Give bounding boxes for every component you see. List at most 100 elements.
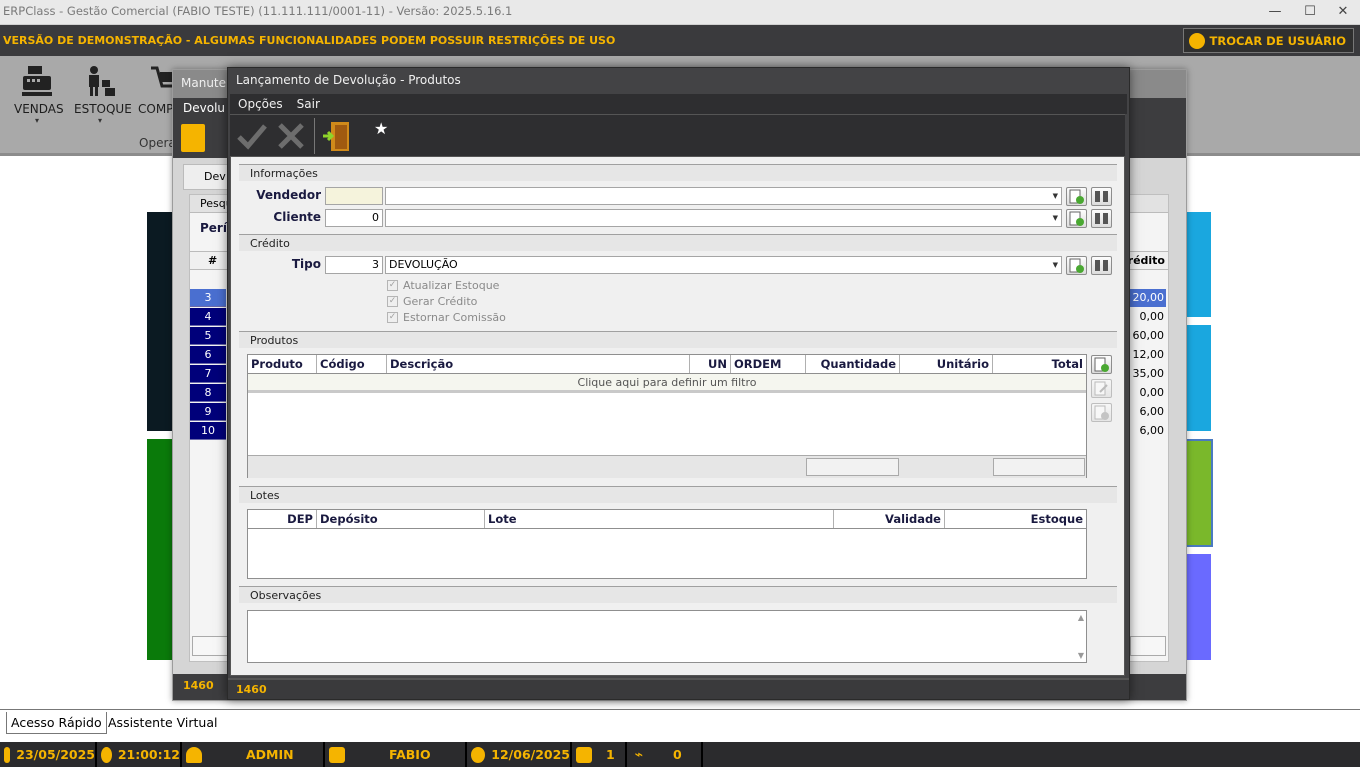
row-number[interactable]: 10	[190, 422, 226, 440]
col-codigo[interactable]: Código	[317, 355, 387, 373]
scroll-up-icon[interactable]: ▲	[1078, 613, 1084, 622]
bottom-tabs: Acesso Rápido Assistente Virtual	[0, 709, 1360, 734]
row-number[interactable]: 7	[190, 365, 226, 383]
row-credit[interactable]: 12,00	[1130, 346, 1166, 364]
gerar-credito-checkbox[interactable]: ✓ Gerar Crédito	[387, 295, 477, 308]
users-count-value: 1	[606, 747, 615, 762]
minimize-button[interactable]: —	[1260, 2, 1290, 22]
col-validade[interactable]: Validade	[834, 510, 945, 528]
scroll-down-icon[interactable]: ▼	[1078, 651, 1084, 660]
status-connections: ⌁ 0	[627, 742, 703, 767]
background-window-tab[interactable]: Dev	[183, 164, 228, 190]
col-deposito[interactable]: Depósito	[317, 510, 485, 528]
monitor-icon	[329, 746, 345, 763]
estornar-comissao-checkbox[interactable]: ✓ Estornar Comissão	[387, 311, 506, 324]
col-total[interactable]: Total	[993, 355, 1086, 373]
search-vendedor-binoculars-icon[interactable]	[1091, 187, 1112, 206]
dialog-toolbar: ★	[230, 114, 1125, 156]
col-estoque[interactable]: Estoque	[945, 510, 1086, 528]
row-number[interactable]: 3	[190, 289, 226, 307]
dashboard-tile[interactable]	[1185, 325, 1211, 431]
cancel-x-icon[interactable]	[276, 121, 306, 151]
row-credit[interactable]: 60,00	[1130, 327, 1166, 345]
section-lotes: Lotes	[239, 486, 1117, 503]
dialog-title: Lançamento de Devolução - Produtos	[236, 73, 461, 87]
favorite-star-icon[interactable]: ★	[374, 119, 388, 138]
confirm-checkmark-icon[interactable]	[236, 121, 268, 151]
ribbon-estoque-button[interactable]: ESTOQUE ▾	[74, 64, 132, 125]
clipboard-icon[interactable]	[181, 124, 205, 152]
checkbox-label: Gerar Crédito	[403, 295, 478, 308]
menu-sair[interactable]: Sair	[297, 97, 320, 111]
add-produto-button[interactable]	[1091, 355, 1112, 374]
row-credit[interactable]: 0,00	[1130, 308, 1166, 326]
row-credit[interactable]: 6,00	[1130, 403, 1166, 421]
col-unitario[interactable]: Unitário	[900, 355, 993, 373]
user-chat-icon	[1188, 32, 1205, 49]
tipo-code-input[interactable]: 3	[325, 256, 383, 274]
tipo-select[interactable]: DEVOLUÇÃO ▼	[385, 256, 1062, 274]
search-tipo-binoculars-icon[interactable]	[1091, 256, 1112, 275]
exit-door-icon[interactable]	[321, 119, 353, 153]
hash-header: #	[208, 254, 218, 267]
tab-acesso-rapido[interactable]: Acesso Rápido	[6, 712, 107, 734]
app-title-bar: ERPClass - Gestão Comercial (FABIO TESTE…	[0, 0, 1360, 25]
switch-user-label: TROCAR DE USUÁRIO	[1209, 33, 1347, 48]
atualizar-estoque-checkbox[interactable]: ✓ Atualizar Estoque	[387, 279, 499, 292]
app-title: ERPClass - Gestão Comercial (FABIO TESTE…	[3, 4, 513, 18]
ribbon-vendas-label: VENDAS	[14, 102, 64, 116]
dialog-status-code: 1460	[236, 683, 267, 696]
menu-opcoes[interactable]: Opções	[238, 97, 283, 111]
dialog-status: 1460	[228, 678, 1129, 699]
row-credit[interactable]: 20,00	[1130, 289, 1166, 307]
user-value: ADMIN	[246, 747, 294, 762]
dashboard-tile[interactable]	[1185, 554, 1211, 660]
tab-assistente-virtual[interactable]: Assistente Virtual	[104, 712, 222, 734]
ribbon-vendas-button[interactable]: VENDAS ▾	[14, 64, 64, 125]
chevron-down-icon: ▾	[34, 116, 39, 125]
close-button[interactable]: ✕	[1328, 2, 1358, 22]
row-number[interactable]: 4	[190, 308, 226, 326]
vendedor-select[interactable]: ▼	[385, 187, 1062, 205]
chevron-down-icon: ▾	[97, 116, 102, 125]
tipo-label: Tipo	[291, 257, 321, 271]
clock-icon	[101, 746, 112, 763]
row-number[interactable]: 5	[190, 327, 226, 345]
maximize-button[interactable]: ☐	[1295, 2, 1325, 22]
add-vendedor-button[interactable]	[1066, 187, 1087, 206]
status-license: 12/06/2025	[467, 742, 572, 767]
dashboard-tile[interactable]	[1185, 212, 1211, 317]
row-number[interactable]: 9	[190, 403, 226, 421]
switch-user-button[interactable]: TROCAR DE USUÁRIO	[1182, 28, 1354, 53]
tab-label: Dev	[204, 170, 226, 183]
time-value: 21:00:12	[117, 747, 180, 762]
row-number[interactable]: 8	[190, 384, 226, 402]
add-tipo-button[interactable]	[1066, 256, 1087, 275]
dialog-menu-bar: Opções Sair	[230, 94, 1127, 114]
produtos-filter-row[interactable]: Clique aqui para definir um filtro	[248, 374, 1086, 393]
row-credit[interactable]: 0,00	[1130, 384, 1166, 402]
status-machine: FABIO	[325, 742, 467, 767]
user-icon	[186, 746, 202, 763]
cliente-code-input[interactable]: 0	[325, 209, 383, 227]
cliente-select[interactable]: ▼	[385, 209, 1062, 227]
machine-value: FABIO	[389, 747, 431, 762]
search-cliente-binoculars-icon[interactable]	[1091, 209, 1112, 228]
chevron-down-icon: ▼	[1052, 261, 1058, 269]
col-quantidade[interactable]: Quantidade	[806, 355, 900, 373]
col-lote[interactable]: Lote	[485, 510, 834, 528]
row-credit[interactable]: 6,00	[1130, 422, 1166, 440]
row-credit[interactable]: 35,00	[1130, 365, 1166, 383]
col-ordem[interactable]: ORDEM	[731, 355, 806, 373]
col-dep[interactable]: DEP	[248, 510, 317, 528]
observacoes-textarea[interactable]: ▲ ▼	[247, 610, 1087, 663]
col-descricao[interactable]: Descrição	[387, 355, 690, 373]
edit-produto-button[interactable]	[1091, 379, 1112, 398]
add-cliente-button[interactable]	[1066, 209, 1087, 228]
remove-produto-button[interactable]	[1091, 403, 1112, 422]
dashboard-tile[interactable]	[1185, 439, 1213, 547]
col-produto[interactable]: Produto	[248, 355, 317, 373]
vendedor-code-input[interactable]	[325, 187, 383, 205]
row-number[interactable]: 6	[190, 346, 226, 364]
col-un[interactable]: UN	[690, 355, 731, 373]
